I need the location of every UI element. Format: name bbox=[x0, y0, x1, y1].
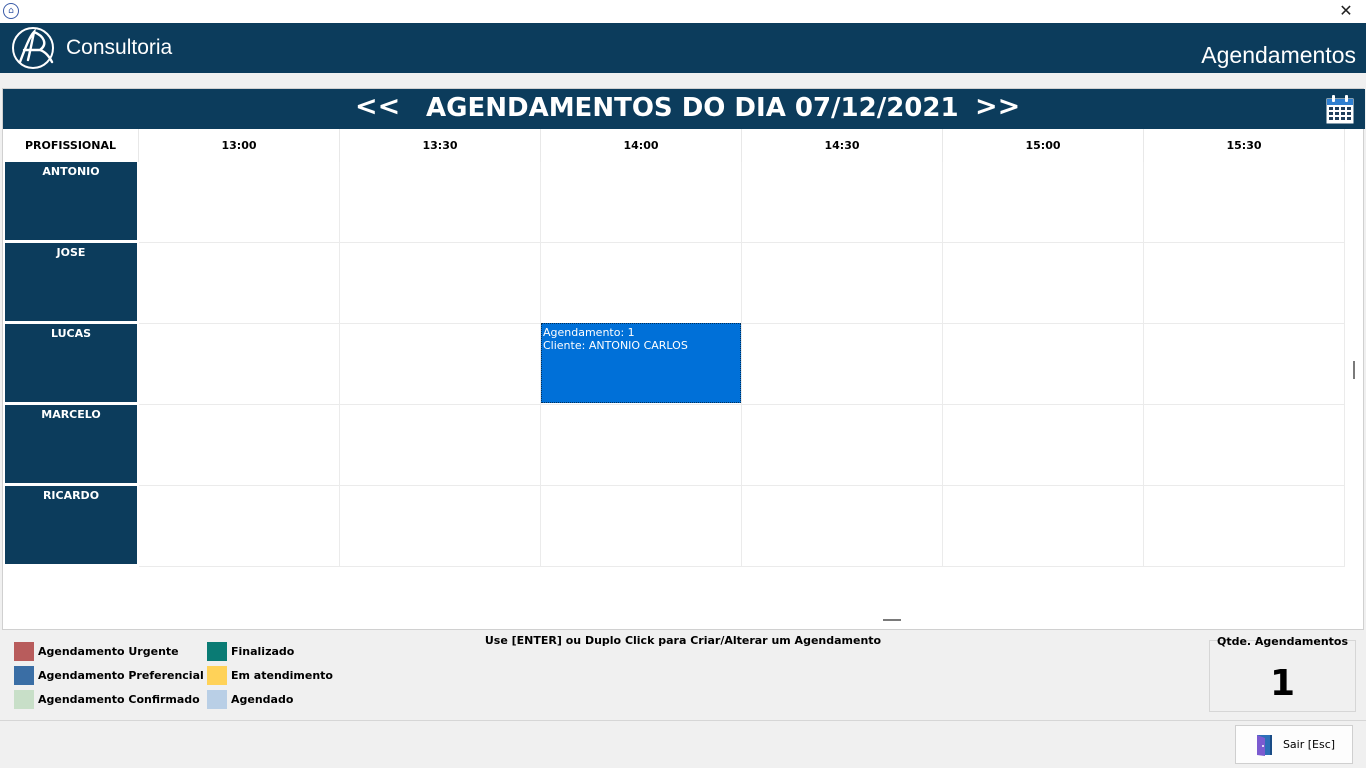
time-slot-cell[interactable] bbox=[1144, 405, 1345, 486]
time-slot-cell[interactable] bbox=[340, 243, 541, 324]
time-header: 13:00 bbox=[139, 129, 340, 162]
footer-divider bbox=[0, 720, 1366, 721]
time-slot-cell[interactable] bbox=[139, 405, 340, 486]
legend-item-urgent: Agendamento Urgente bbox=[14, 641, 179, 661]
appointment-card[interactable]: Agendamento: 1 Cliente: ANTONIO CARLOS bbox=[541, 323, 741, 403]
exit-button[interactable]: Sair [Esc] bbox=[1235, 725, 1353, 764]
next-day-button[interactable]: >> bbox=[975, 91, 1020, 122]
legend-item-finished: Finalizado bbox=[207, 641, 294, 661]
appointment-count-box: Qtde. Agendamentos 1 bbox=[1209, 635, 1356, 712]
footer-area: Agendamento Urgente Agendamento Preferen… bbox=[0, 632, 1366, 720]
time-slot-cell[interactable] bbox=[943, 486, 1144, 567]
appointment-count-value: 1 bbox=[1269, 663, 1296, 704]
legend-swatch bbox=[14, 689, 34, 709]
time-slot-cell[interactable] bbox=[742, 162, 943, 243]
time-slot-cell[interactable] bbox=[742, 405, 943, 486]
time-slot-cell[interactable] bbox=[541, 405, 742, 486]
legend-label: Agendado bbox=[231, 692, 294, 706]
time-header: 14:30 bbox=[742, 129, 943, 162]
time-slot-cell[interactable] bbox=[340, 162, 541, 243]
legend-swatch bbox=[207, 641, 227, 661]
legend-item-in-progress: Em atendimento bbox=[207, 665, 333, 685]
time-header: 15:00 bbox=[943, 129, 1144, 162]
time-slot-cell[interactable] bbox=[541, 486, 742, 567]
time-slot-cell[interactable] bbox=[742, 243, 943, 324]
professional-column-header: PROFISSIONAL bbox=[3, 129, 139, 162]
legend-label: Finalizado bbox=[231, 644, 295, 658]
time-slot-cell[interactable] bbox=[139, 162, 340, 243]
brand-logo-icon bbox=[12, 27, 54, 69]
exit-door-icon bbox=[1256, 734, 1272, 756]
appointment-number: Agendamento: 1 bbox=[543, 326, 635, 339]
legend-swatch bbox=[14, 641, 34, 661]
professional-row-header: MARCELO bbox=[5, 405, 137, 483]
exit-button-label: Sair [Esc] bbox=[1282, 738, 1336, 751]
day-navigation-bar: << AGENDAMENTOS DO DIA 07/12/2021 >> bbox=[3, 89, 1365, 129]
professional-row-header: ANTONIO bbox=[5, 162, 137, 240]
vertical-scrollbar[interactable] bbox=[1353, 361, 1355, 379]
legend-label: Agendamento Preferencial bbox=[38, 668, 204, 682]
time-slot-cell[interactable] bbox=[943, 405, 1144, 486]
legend-item-confirmed: Agendamento Confirmado bbox=[14, 689, 200, 709]
legend-item-scheduled: Agendado bbox=[207, 689, 293, 709]
time-slot-cell[interactable] bbox=[340, 486, 541, 567]
appointment-client: Cliente: ANTONIO CARLOS bbox=[543, 339, 688, 352]
previous-day-button[interactable]: << bbox=[355, 91, 400, 122]
time-slot-cell[interactable] bbox=[943, 324, 1144, 405]
time-header: 14:00 bbox=[541, 129, 742, 162]
professional-row-header: RICARDO bbox=[5, 486, 137, 564]
legend-label: Em atendimento bbox=[231, 668, 333, 682]
time-slot-cell[interactable] bbox=[139, 324, 340, 405]
professional-row-header: JOSE bbox=[5, 243, 137, 321]
time-slot-cell[interactable] bbox=[1144, 324, 1345, 405]
legend-swatch bbox=[207, 689, 227, 709]
time-slot-cell[interactable] bbox=[340, 324, 541, 405]
usage-hint: Use [ENTER] ou Duplo Click para Criar/Al… bbox=[484, 634, 882, 647]
close-window-button[interactable]: ✕ bbox=[1336, 1, 1356, 21]
schedule-panel: << AGENDAMENTOS DO DIA 07/12/2021 >> PRO… bbox=[2, 88, 1365, 630]
legend-item-preferential: Agendamento Preferencial bbox=[14, 665, 204, 685]
time-slot-cell[interactable] bbox=[742, 486, 943, 567]
legend-label: Agendamento Confirmado bbox=[38, 692, 200, 706]
legend-swatch bbox=[14, 665, 34, 685]
time-slot-cell[interactable] bbox=[943, 162, 1144, 243]
time-slot-cell[interactable] bbox=[139, 486, 340, 567]
time-header: 13:30 bbox=[340, 129, 541, 162]
brand-name: Consultoria bbox=[66, 36, 173, 59]
time-slot-cell[interactable] bbox=[742, 324, 943, 405]
time-slot-cell[interactable] bbox=[1144, 243, 1345, 324]
appointment-count-label: Qtde. Agendamentos bbox=[1216, 635, 1349, 648]
calendar-icon[interactable] bbox=[1326, 94, 1354, 124]
professional-row-header: LUCAS bbox=[5, 324, 137, 402]
time-slot-cell[interactable] bbox=[541, 162, 742, 243]
time-slot-cell[interactable] bbox=[541, 243, 742, 324]
time-slot-cell[interactable] bbox=[340, 405, 541, 486]
legend-label: Agendamento Urgente bbox=[38, 644, 179, 658]
legend-swatch bbox=[207, 665, 227, 685]
time-slot-cell[interactable] bbox=[139, 243, 340, 324]
app-header: Consultoria Agendamentos bbox=[0, 23, 1366, 73]
time-slot-cell[interactable] bbox=[943, 243, 1144, 324]
app-icon: ⌂ bbox=[3, 3, 19, 19]
time-slot-cell[interactable] bbox=[1144, 162, 1345, 243]
time-slot-cell[interactable] bbox=[1144, 486, 1345, 567]
day-title: AGENDAMENTOS DO DIA 07/12/2021 bbox=[426, 93, 959, 123]
module-title: Agendamentos bbox=[1201, 42, 1356, 68]
window-titlebar: ⌂ ✕ bbox=[0, 0, 1366, 23]
horizontal-scrollbar[interactable] bbox=[883, 619, 901, 621]
time-header: 15:30 bbox=[1144, 129, 1345, 162]
